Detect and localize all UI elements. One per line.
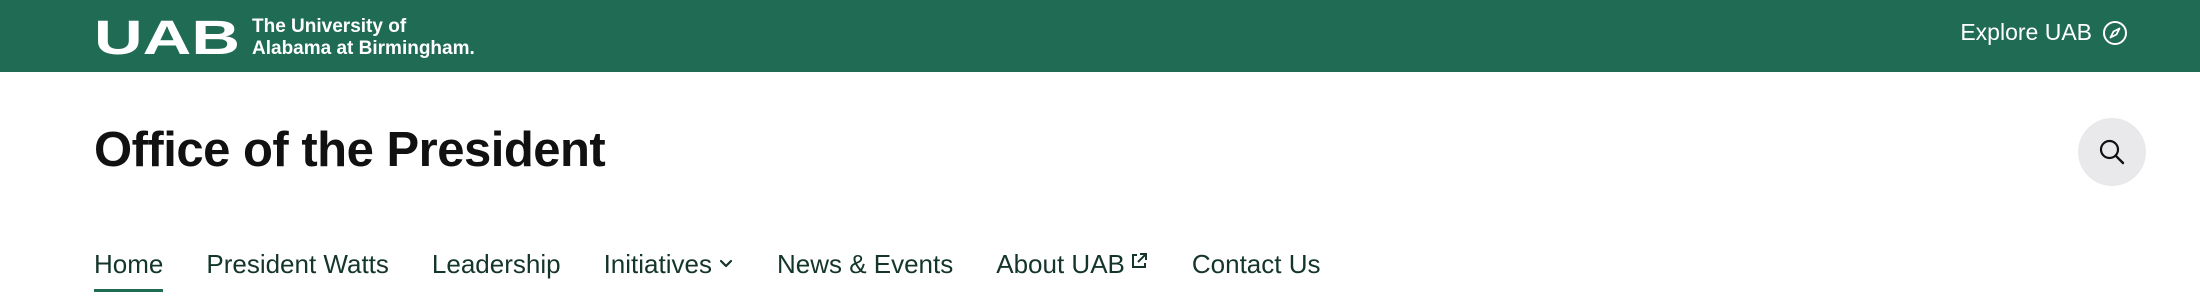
explore-uab-label: Explore UAB <box>1960 19 2092 45</box>
nav-item-label: News & Events <box>776 248 954 279</box>
nav-item-label: Contact Us <box>1191 248 1321 279</box>
top-bar: UAB The University of Alabama at Birming… <box>0 0 2200 72</box>
page-title: Office of the President <box>94 123 606 177</box>
nav-item-home[interactable]: Home <box>94 242 164 292</box>
nav-item-label: Initiatives <box>603 248 712 279</box>
nav-item-leadership[interactable]: Leadership <box>432 242 561 286</box>
nav-item-label: About UAB <box>996 248 1125 279</box>
uab-logo-link[interactable]: UAB The University of Alabama at Birming… <box>94 16 475 60</box>
svg-text:UAB: UAB <box>94 18 240 58</box>
main-nav: Home President Watts Leadership Initiati… <box>94 242 1364 292</box>
nav-item-initiatives[interactable]: Initiatives <box>604 242 734 286</box>
external-link-icon <box>1131 253 1147 268</box>
compass-icon <box>2103 20 2127 45</box>
university-name-line1: The University of <box>252 16 407 37</box>
nav-item-president-watts[interactable]: President Watts <box>206 242 389 286</box>
explore-uab-button[interactable]: Explore UAB <box>1960 19 2128 46</box>
nav-item-about-uab[interactable]: About UAB <box>996 242 1149 286</box>
chevron-down-icon <box>719 259 733 268</box>
nav-item-label: Home <box>94 248 164 279</box>
nav-item-contact-us[interactable]: Contact Us <box>1192 242 1321 286</box>
nav-item-label: President Watts <box>206 248 389 279</box>
uab-logo: UAB <box>94 18 240 58</box>
nav-item-news-events[interactable]: News & Events <box>777 242 953 286</box>
university-name-line2: Alabama at Birmingham. <box>252 38 475 59</box>
search-button[interactable] <box>2078 118 2146 186</box>
search-icon <box>2099 139 2125 165</box>
nav-item-label: Leadership <box>431 248 561 279</box>
university-name: The University of Alabama at Birmingham. <box>252 16 475 60</box>
